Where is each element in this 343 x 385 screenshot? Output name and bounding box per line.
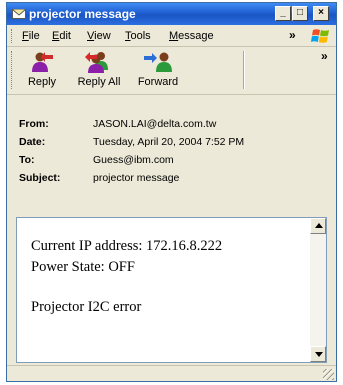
arrow-down-icon bbox=[315, 352, 323, 357]
envelope-icon bbox=[12, 9, 26, 19]
reply-all-button[interactable]: Reply All bbox=[73, 49, 125, 93]
scroll-down-button[interactable] bbox=[310, 346, 326, 362]
forward-label: Forward bbox=[137, 76, 179, 88]
reply-all-icon bbox=[85, 52, 108, 73]
arrow-up-icon bbox=[315, 223, 323, 228]
to-value: Guess@ibm.com bbox=[93, 154, 174, 166]
to-label: To: bbox=[19, 154, 35, 166]
reply-icon bbox=[32, 52, 53, 72]
menu-grip[interactable] bbox=[11, 29, 14, 43]
body-line bbox=[31, 278, 222, 297]
resize-grip-icon[interactable] bbox=[323, 369, 334, 380]
message-body[interactable]: Current IP address: 172.16.8.222 Power S… bbox=[16, 217, 327, 363]
reply-label: Reply bbox=[27, 76, 57, 88]
message-window: projector message _ □ × File Edit View T… bbox=[6, 2, 337, 382]
toolbar-separator bbox=[243, 51, 245, 89]
message-body-text: Current IP address: 172.16.8.222 Power S… bbox=[31, 236, 222, 318]
maximize-button[interactable]: □ bbox=[292, 6, 308, 21]
minimize-button[interactable]: _ bbox=[275, 6, 291, 21]
scroll-up-button[interactable] bbox=[310, 218, 326, 234]
body-line: Projector I2C error bbox=[31, 299, 142, 315]
date-label: Date: bbox=[19, 136, 46, 148]
title-bar[interactable]: projector message _ □ × bbox=[7, 3, 336, 25]
menu-overflow-chevron-icon[interactable]: » bbox=[289, 28, 296, 42]
body-line: Current IP address: 172.16.8.222 bbox=[31, 238, 223, 254]
forward-icon bbox=[144, 52, 172, 72]
vertical-scrollbar[interactable] bbox=[310, 218, 326, 362]
subject-value: projector message bbox=[93, 172, 180, 184]
forward-button[interactable]: Forward bbox=[131, 49, 185, 93]
subject-label: Subject: bbox=[19, 172, 61, 184]
message-header: From: JASON.LAI@delta.com.tw Date: Tuesd… bbox=[7, 96, 336, 212]
windows-logo-icon bbox=[311, 29, 329, 43]
menu-bar: File Edit View Tools Message » bbox=[7, 25, 336, 47]
body-line: Power State: OFF bbox=[31, 259, 135, 275]
toolbar-grip[interactable] bbox=[11, 51, 14, 89]
reply-button[interactable]: Reply bbox=[23, 49, 61, 93]
menu-view[interactable]: View bbox=[87, 30, 111, 42]
menu-tools[interactable]: Tools bbox=[125, 30, 151, 42]
from-label: From: bbox=[19, 118, 49, 130]
from-value: JASON.LAI@delta.com.tw bbox=[93, 118, 217, 130]
menu-edit[interactable]: Edit bbox=[52, 30, 71, 42]
status-bar bbox=[7, 365, 336, 381]
toolbar: Reply Reply All Forward » bbox=[7, 47, 336, 95]
date-value: Tuesday, April 20, 2004 7:52 PM bbox=[93, 136, 245, 148]
reply-all-label: Reply All bbox=[77, 76, 121, 88]
toolbar-overflow-chevron-icon[interactable]: » bbox=[321, 49, 328, 63]
menu-message[interactable]: Message bbox=[169, 30, 214, 42]
menu-file[interactable]: File bbox=[22, 30, 40, 42]
close-button[interactable]: × bbox=[313, 6, 329, 21]
window-title: projector message bbox=[29, 7, 136, 21]
